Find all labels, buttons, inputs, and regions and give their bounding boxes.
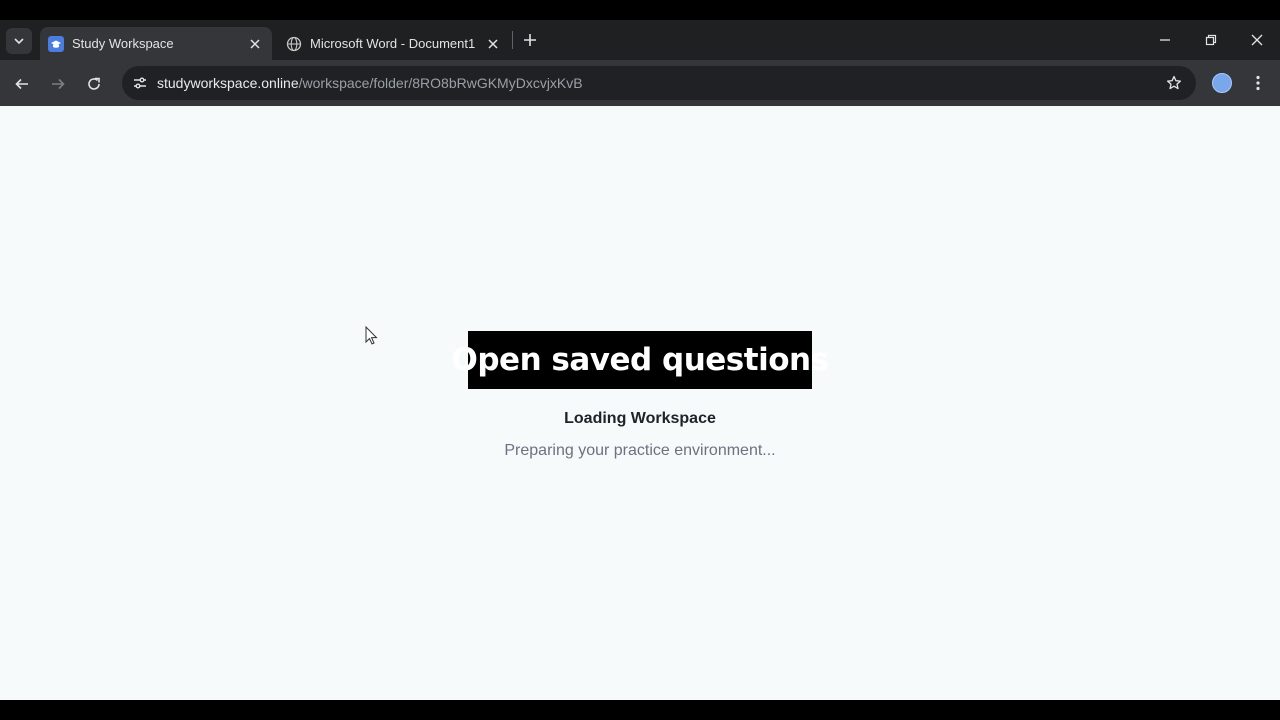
- tab-close-button[interactable]: [246, 35, 264, 53]
- minimize-icon: [1160, 39, 1170, 41]
- loading-title: Loading Workspace: [564, 410, 716, 427]
- forward-button[interactable]: [46, 72, 70, 96]
- profile-avatar[interactable]: [1212, 73, 1232, 93]
- tab-study-workspace[interactable]: Study Workspace: [40, 27, 272, 60]
- bookmark-button[interactable]: [1162, 71, 1186, 95]
- close-window-button[interactable]: [1245, 28, 1269, 52]
- more-vertical-icon: [1256, 75, 1260, 91]
- minimize-button[interactable]: [1153, 28, 1177, 52]
- url-path: /workspace/folder/8RO8bRwGKMyDxcvjxKvB: [298, 75, 583, 91]
- graduation-cap-icon: [48, 35, 64, 52]
- url-text[interactable]: studyworkspace.online/workspace/folder/8…: [157, 75, 583, 91]
- tune-icon: [134, 77, 146, 89]
- page-content: Open saved questions Loading Workspace P…: [0, 106, 1280, 700]
- loading-subtitle: Preparing your practice environment...: [504, 442, 776, 459]
- mouse-cursor-icon: [365, 326, 378, 345]
- back-button[interactable]: [10, 72, 34, 96]
- banner-text: Open saved questions: [451, 342, 830, 378]
- new-tab-button[interactable]: [520, 30, 540, 50]
- url-host: studyworkspace.online: [157, 75, 299, 91]
- bottom-letterbox: [0, 700, 1280, 720]
- site-info-button[interactable]: [128, 71, 152, 95]
- star-icon: [1166, 75, 1182, 90]
- chevron-down-icon: [14, 38, 24, 45]
- tab-title: Study Workspace: [72, 36, 174, 51]
- close-icon: [1251, 34, 1263, 46]
- close-icon: [250, 38, 260, 49]
- arrow-right-icon: [52, 78, 65, 90]
- globe-icon: [286, 36, 302, 52]
- browser-menu-button[interactable]: [1248, 71, 1268, 95]
- tab-microsoft-word[interactable]: Microsoft Word - Document1: [278, 27, 510, 60]
- open-saved-questions-banner: Open saved questions: [452, 331, 829, 389]
- restore-icon: [1205, 34, 1217, 46]
- top-letterbox: [0, 0, 1280, 20]
- restore-button[interactable]: [1199, 28, 1223, 52]
- plus-icon: [524, 34, 536, 46]
- reload-icon: [88, 77, 100, 90]
- tab-separator: [512, 31, 513, 49]
- close-icon: [488, 38, 498, 49]
- tab-title: Microsoft Word - Document1: [310, 36, 476, 51]
- address-bar[interactable]: studyworkspace.online/workspace/folder/8…: [122, 66, 1196, 100]
- arrow-left-icon: [15, 78, 28, 90]
- reload-button[interactable]: [82, 72, 106, 96]
- tab-search-button[interactable]: [6, 28, 32, 54]
- tab-close-button[interactable]: [484, 35, 502, 53]
